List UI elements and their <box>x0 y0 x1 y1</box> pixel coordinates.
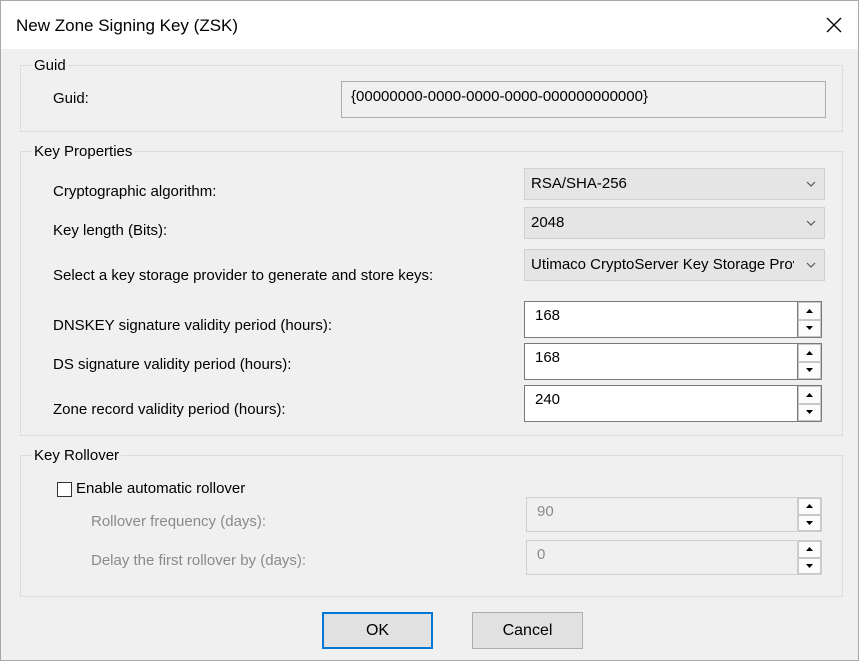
key-length-select[interactable]: 2048 <box>524 207 825 239</box>
spin-up-button[interactable] <box>798 344 821 362</box>
spin-up-icon <box>806 392 813 397</box>
spin-up-icon <box>806 504 813 509</box>
guid-label: Guid: <box>53 90 89 107</box>
rollover-frequency-label: Rollover frequency (days): <box>91 513 267 530</box>
zone-validity-spin-buttons <box>797 385 822 422</box>
spin-up-button[interactable] <box>798 498 821 515</box>
spin-up-icon <box>806 308 813 313</box>
spin-down-button[interactable] <box>798 557 821 574</box>
algorithm-select-value: RSA/SHA-256 <box>531 175 627 192</box>
spin-up-icon <box>806 350 813 355</box>
key-rollover-group-title: Key Rollover <box>32 447 122 464</box>
ds-validity-label: DS signature validity period (hours): <box>53 356 292 373</box>
spin-down-button[interactable] <box>798 514 821 531</box>
algorithm-label: Cryptographic algorithm: <box>53 183 217 200</box>
delay-rollover-input[interactable]: 0 <box>526 540 798 575</box>
enable-rollover-label[interactable]: Enable automatic rollover <box>76 480 245 497</box>
chevron-down-icon <box>806 220 816 226</box>
ksp-select[interactable]: Utimaco CryptoServer Key Storage Provide… <box>524 249 825 281</box>
zone-validity-input[interactable]: 240 <box>524 385 798 422</box>
zone-validity-label: Zone record validity period (hours): <box>53 401 286 418</box>
dnskey-validity-input[interactable]: 168 <box>524 301 798 338</box>
spin-up-button[interactable] <box>798 302 821 320</box>
dnskey-validity-label: DNSKEY signature validity period (hours)… <box>53 317 333 334</box>
spin-up-button[interactable] <box>798 386 821 404</box>
spin-up-button[interactable] <box>798 541 821 558</box>
ok-button[interactable]: OK <box>322 612 433 649</box>
key-length-label: Key length (Bits): <box>53 222 168 239</box>
zone-validity-stepper[interactable]: 240 <box>524 385 822 422</box>
ds-validity-input[interactable]: 168 <box>524 343 798 380</box>
dialog-window: New Zone Signing Key (ZSK) Guid Guid: {0… <box>0 0 859 661</box>
delay-rollover-label: Delay the first rollover by (days): <box>91 552 307 569</box>
key-length-select-value: 2048 <box>531 214 565 231</box>
key-properties-group-title: Key Properties <box>32 143 135 160</box>
chevron-down-icon <box>806 181 816 187</box>
ds-validity-spin-buttons <box>797 343 822 380</box>
rollover-frequency-stepper[interactable]: 90 <box>526 497 822 532</box>
algorithm-select[interactable]: RSA/SHA-256 <box>524 168 825 200</box>
spin-down-button[interactable] <box>798 403 821 421</box>
close-icon <box>826 17 842 33</box>
guid-group-title: Guid <box>32 57 68 74</box>
spin-down-icon <box>806 563 813 568</box>
spin-down-icon <box>806 326 813 331</box>
spin-down-button[interactable] <box>798 319 821 337</box>
spin-down-icon <box>806 410 813 415</box>
rollover-frequency-spin-buttons <box>797 497 822 532</box>
chevron-down-icon <box>806 262 816 268</box>
spin-up-icon <box>806 547 813 552</box>
ksp-select-value: Utimaco CryptoServer Key Storage Provide… <box>531 256 794 273</box>
dnskey-validity-stepper[interactable]: 168 <box>524 301 822 338</box>
spin-down-icon <box>806 368 813 373</box>
window-title: New Zone Signing Key (ZSK) <box>16 16 239 35</box>
delay-rollover-stepper[interactable]: 0 <box>526 540 822 575</box>
delay-rollover-spin-buttons <box>797 540 822 575</box>
cancel-button[interactable]: Cancel <box>472 612 583 649</box>
spin-down-button[interactable] <box>798 361 821 379</box>
guid-field[interactable]: {00000000-0000-0000-0000-000000000000} <box>341 81 826 118</box>
rollover-frequency-input[interactable]: 90 <box>526 497 798 532</box>
close-button[interactable] <box>810 1 858 49</box>
enable-rollover-checkbox[interactable] <box>57 482 72 497</box>
title-bar: New Zone Signing Key (ZSK) <box>1 1 858 49</box>
dnskey-validity-spin-buttons <box>797 301 822 338</box>
guid-value: {00000000-0000-0000-0000-000000000000} <box>351 88 648 105</box>
ksp-label: Select a key storage provider to generat… <box>53 267 434 284</box>
ds-validity-stepper[interactable]: 168 <box>524 343 822 380</box>
spin-down-icon <box>806 520 813 525</box>
